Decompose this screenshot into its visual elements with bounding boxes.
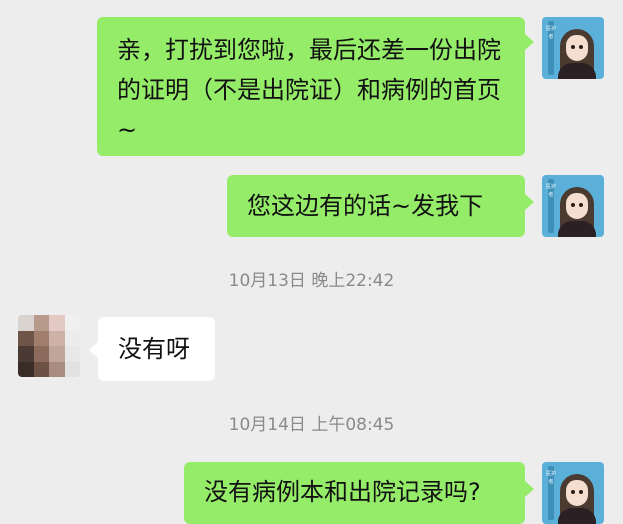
my-avatar[interactable]: 医护者 <box>542 17 604 79</box>
bubble-tail <box>525 34 534 50</box>
bubble-tail <box>525 481 534 497</box>
message-bubble-outgoing[interactable]: 您这边有的话~发我下 <box>227 175 525 237</box>
message-bubble-incoming[interactable]: 没有呀 <box>98 317 215 381</box>
message-text: 没有病例本和出院记录吗? <box>204 478 481 506</box>
avatar-stripe-text: 医护者 <box>545 26 556 40</box>
message-text: 亲，打扰到您啦，最后还差一份出院的证明（不是出院证）和病例的首页~ <box>117 36 501 144</box>
my-avatar[interactable]: 医护者 <box>542 462 604 524</box>
message-row-outgoing: 亲，打扰到您啦，最后还差一份出院的证明（不是出院证）和病例的首页~ 医护者 <box>0 0 623 160</box>
message-row-outgoing: 您这边有的话~发我下 医护者 <box>0 170 623 240</box>
message-text: 您这边有的话~发我下 <box>247 192 484 220</box>
bubble-tail <box>525 194 534 210</box>
message-row-outgoing: 没有病例本和出院记录吗? 医护者 <box>0 455 623 524</box>
message-row-incoming: 没有呀 <box>0 310 623 385</box>
contact-avatar[interactable] <box>18 315 80 377</box>
message-bubble-outgoing[interactable]: 亲，打扰到您啦，最后还差一份出院的证明（不是出院证）和病例的首页~ <box>97 17 525 156</box>
bubble-tail <box>89 342 98 358</box>
timestamp: 10月13日 晚上22:42 <box>228 271 395 291</box>
my-avatar[interactable]: 医护者 <box>542 175 604 237</box>
message-bubble-outgoing[interactable]: 没有病例本和出院记录吗? <box>184 462 525 524</box>
message-text: 没有呀 <box>118 335 190 363</box>
timestamp: 10月14日 上午08:45 <box>228 415 395 435</box>
